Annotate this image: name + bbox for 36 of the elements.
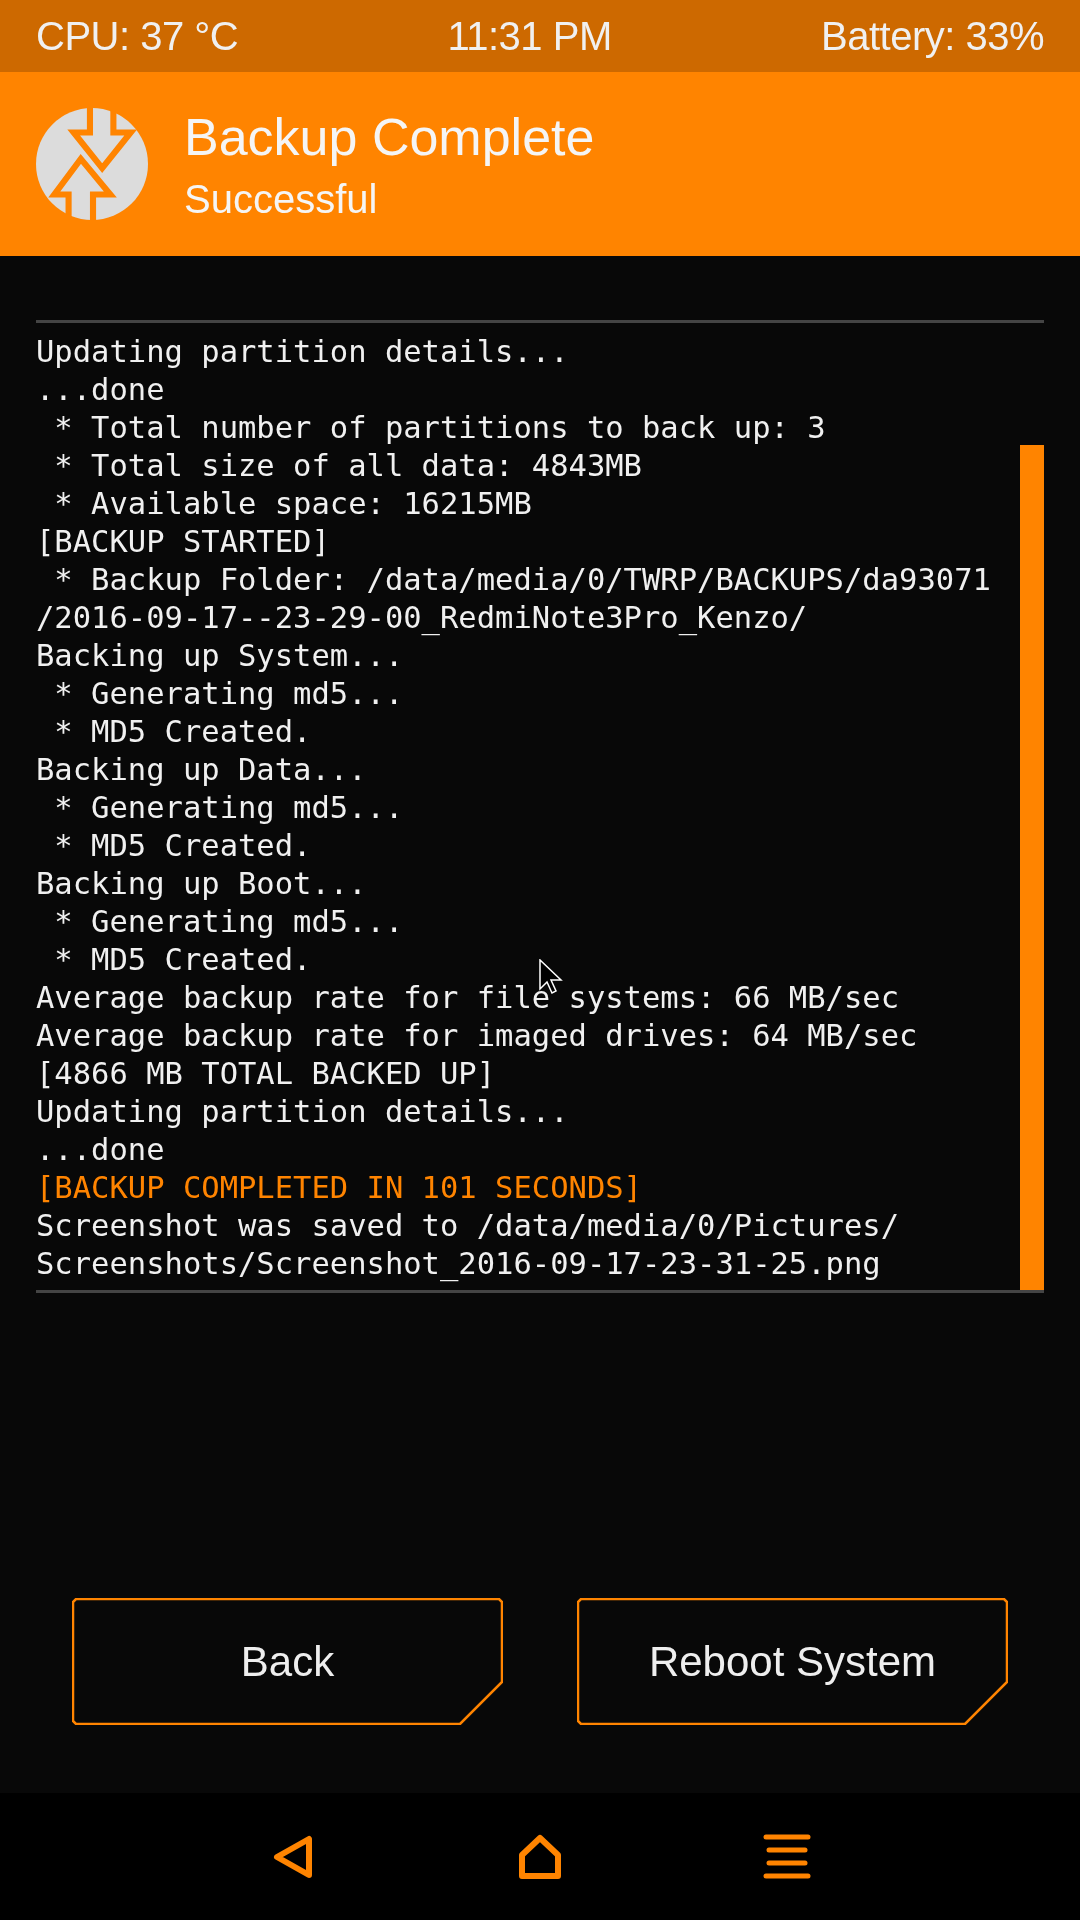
log-line: * Total size of all data: 4843MB [53, 447, 642, 485]
log-line: Updating partition details... [36, 1093, 569, 1131]
log-line: ...done [36, 371, 165, 409]
log-line: ...done [36, 1131, 165, 1169]
log-line: Average backup rate for file systems: 66 MB/sec [36, 979, 900, 1017]
log-line: * Generating md5... [53, 789, 404, 827]
log-line: * MD5 Created. [53, 941, 312, 979]
log-line: Backing up System... [36, 637, 404, 675]
log-line: [4866 MB TOTAL BACKED UP] [36, 1055, 496, 1093]
home-icon[interactable] [516, 1832, 564, 1881]
log-line: [BACKUP COMPLETED IN 101 SECONDS] [36, 1169, 642, 1207]
header-subtitle: Successful [184, 176, 379, 222]
log-line: Screenshots/Screenshot_2016-09-17-23-31-25.png [36, 1245, 881, 1283]
log-line: Screenshot was saved to /data/media/0/Pictures/ [36, 1207, 900, 1245]
log-line: /2016-09-17--23-29-00_RedmiNote3Pro_Kenzo/ [36, 599, 808, 637]
menu-icon[interactable] [762, 1832, 811, 1881]
log-line: * Total number of partitions to back up: 3 [53, 409, 826, 447]
logo-icon [36, 108, 148, 220]
log-line: * Available space: 16215MB [53, 485, 532, 523]
log-line: * Generating md5... [53, 903, 404, 941]
clock: 11:31 PM [447, 13, 612, 59]
log-line: * MD5 Created. [53, 827, 312, 865]
battery-level: Battery: 33% [821, 13, 1044, 59]
log-line: Backing up Boot... [36, 865, 367, 903]
log-line: * Generating md5... [53, 675, 404, 713]
log-line: Backing up Data... [36, 751, 367, 789]
action-button[interactable]: Reboot System [577, 1598, 1008, 1725]
log-line: [BACKUP STARTED] [36, 523, 330, 561]
scrollbar[interactable] [1020, 445, 1044, 1290]
log-line: Updating partition details... [36, 333, 569, 371]
log-line: Average backup rate for imaged drives: 64 MB/sec [36, 1017, 918, 1055]
action-button[interactable]: Back [72, 1598, 503, 1725]
log-line: * MD5 Created. [53, 713, 312, 751]
cpu-temperature: CPU: 37 °C [36, 13, 239, 59]
header-title: Backup Complete [184, 106, 595, 167]
log-line: * Backup Folder: /data/media/0/TWRP/BACKUPS/da93071 [53, 561, 991, 599]
